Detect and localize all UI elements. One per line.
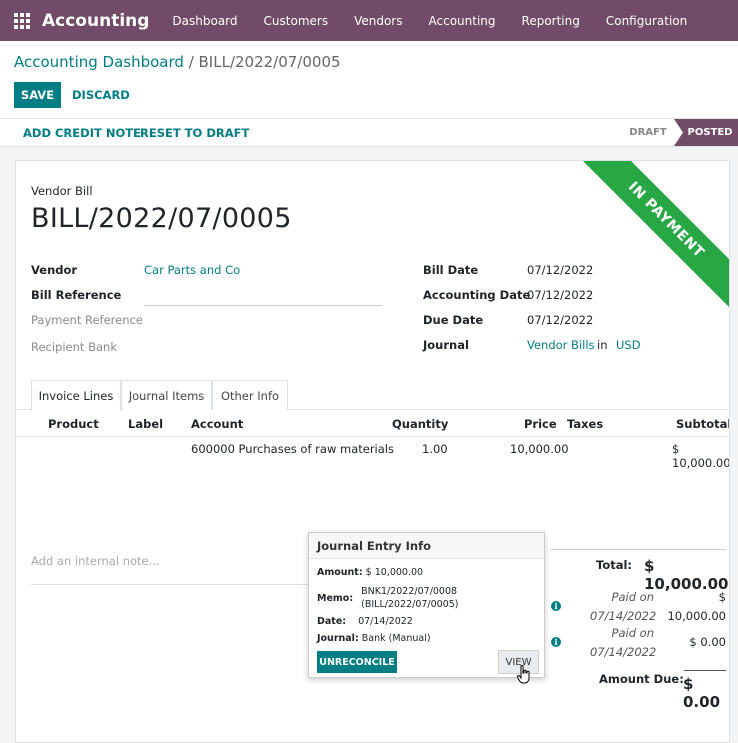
bill-reference-label: Bill Reference — [31, 288, 122, 302]
status-bar: ADD CREDIT NOTE RESET TO DRAFT DRAFT POS… — [0, 119, 738, 147]
col-taxes: Taxes — [567, 417, 604, 431]
bill-date-label: Bill Date — [423, 263, 479, 277]
journal-label: Journal — [423, 338, 469, 352]
line-account[interactable]: 600000 Purchases of raw materials — [191, 442, 394, 456]
col-quantity: Quantity — [392, 417, 449, 431]
popover-journal-row: Journal: Bank (Manual) — [317, 633, 431, 644]
notebook-tabs: Invoice Lines Journal Items Other Info — [16, 380, 729, 411]
menu-reporting[interactable]: Reporting — [509, 14, 593, 28]
payment-2-amount: $ 0.00 — [689, 635, 726, 649]
note-underline — [31, 584, 311, 585]
journal-field[interactable]: Vendor Bills — [527, 338, 595, 352]
control-panel: Accounting Dashboard / BILL/2022/07/0005… — [0, 41, 738, 119]
menu-accounting[interactable]: Accounting — [416, 14, 509, 28]
popover-date: 07/14/2022 — [358, 616, 413, 627]
recipient-bank-label: Recipient Bank — [31, 340, 117, 354]
amount-due-divider — [684, 670, 726, 671]
vendor-label: Vendor — [31, 263, 78, 277]
menu-configuration[interactable]: Configuration — [593, 14, 700, 28]
popover-date-label: Date: — [317, 616, 347, 627]
journal-entry-popover: Journal Entry Info Amount: $ 10,000.00 M… — [308, 532, 545, 678]
status-ribbon: IN PAYMENT — [572, 161, 729, 314]
journal-in-text: in — [597, 338, 608, 352]
internal-note-input[interactable]: Add an internal note... — [31, 554, 160, 568]
vendor-field[interactable]: Car Parts and Co — [144, 263, 240, 277]
col-product: Product — [48, 417, 99, 431]
line-subtotal: $ 10,000.00 — [672, 442, 730, 470]
stage-draft[interactable]: DRAFT — [622, 119, 674, 146]
apps-grid-icon[interactable] — [14, 12, 30, 29]
popover-date-row: Date: 07/14/2022 — [317, 616, 413, 627]
breadcrumb-separator: / — [183, 53, 199, 71]
unreconcile-button[interactable]: UNRECONCILE — [317, 651, 397, 673]
menu-customers[interactable]: Customers — [251, 14, 342, 28]
bill-reference-input[interactable] — [144, 305, 382, 306]
amount-due-label: Amount Due: — [599, 672, 684, 686]
col-subtotal: Subtotal — [676, 417, 730, 431]
col-account: Account — [191, 417, 244, 431]
total-label: Total: — [596, 558, 633, 572]
accounting-date-label: Accounting Date — [423, 288, 531, 302]
due-date-label: Due Date — [423, 313, 484, 327]
tab-other-info[interactable]: Other Info — [212, 380, 288, 410]
tab-invoice-lines[interactable]: Invoice Lines — [31, 380, 121, 411]
menu-vendors[interactable]: Vendors — [341, 14, 415, 28]
table-header-divider — [16, 436, 729, 437]
payment-2-paid-on: Paid on 07/14/2022 — [590, 626, 657, 659]
popover-amount: $ 10,000.00 — [365, 567, 424, 578]
discard-button[interactable]: DISCARD — [72, 82, 130, 108]
col-price: Price — [524, 417, 557, 431]
payment-1-amount: $ 10,000.00 — [667, 590, 726, 623]
payment-reference-label: Payment Reference — [31, 313, 143, 327]
stage-posted[interactable]: POSTED — [674, 119, 738, 146]
currency-field[interactable]: USD — [616, 338, 641, 352]
document-type: Vendor Bill — [31, 184, 93, 198]
payment-1-paid-on: Paid on 07/14/2022 — [590, 590, 657, 623]
breadcrumb: Accounting Dashboard / BILL/2022/07/0005 — [14, 53, 341, 71]
line-price[interactable]: 10,000.00 — [510, 442, 569, 456]
popover-amount-row: Amount: $ 10,000.00 — [317, 567, 423, 578]
tab-journal-items[interactable]: Journal Items — [121, 380, 212, 410]
document-name: BILL/2022/07/0005 — [31, 203, 292, 234]
popover-title: Journal Entry Info — [309, 533, 544, 559]
popover-memo-label: Memo: — [317, 593, 354, 604]
save-button[interactable]: SAVE — [14, 82, 61, 108]
add-credit-note-button[interactable]: ADD CREDIT NOTE — [23, 119, 141, 146]
due-date-field[interactable]: 07/12/2022 — [527, 313, 593, 327]
breadcrumb-parent[interactable]: Accounting Dashboard — [14, 53, 184, 71]
col-label: Label — [128, 417, 164, 431]
payment-info-icon[interactable]: i — [551, 601, 561, 611]
payment-info-icon[interactable]: i — [551, 637, 561, 647]
amount-due-value: $ 0.00 — [683, 675, 721, 711]
totals-divider — [551, 549, 726, 550]
top-navbar: Accounting Dashboard Customers Vendors A… — [0, 0, 738, 41]
popover-amount-label: Amount: — [317, 567, 363, 578]
breadcrumb-current: BILL/2022/07/0005 — [198, 53, 341, 71]
popover-memo-line2: (BILL/2022/07/0005) — [361, 599, 459, 610]
bill-date-field[interactable]: 07/12/2022 — [527, 263, 593, 277]
line-quantity[interactable]: 1.00 — [422, 442, 448, 456]
accounting-date-field[interactable]: 07/12/2022 — [527, 288, 593, 302]
popover-journal: Bank (Manual) — [361, 633, 431, 644]
hand-cursor-icon — [517, 665, 530, 684]
menu-dashboard[interactable]: Dashboard — [159, 14, 250, 28]
popover-memo-row: Memo: BNK1/2022/07/0008 (BILL/2022/07/00… — [317, 585, 459, 611]
app-brand[interactable]: Accounting — [42, 11, 149, 31]
reset-to-draft-button[interactable]: RESET TO DRAFT — [140, 119, 249, 146]
popover-journal-label: Journal: — [317, 633, 359, 644]
popover-memo-line1: BNK1/2022/07/0008 — [361, 586, 458, 597]
